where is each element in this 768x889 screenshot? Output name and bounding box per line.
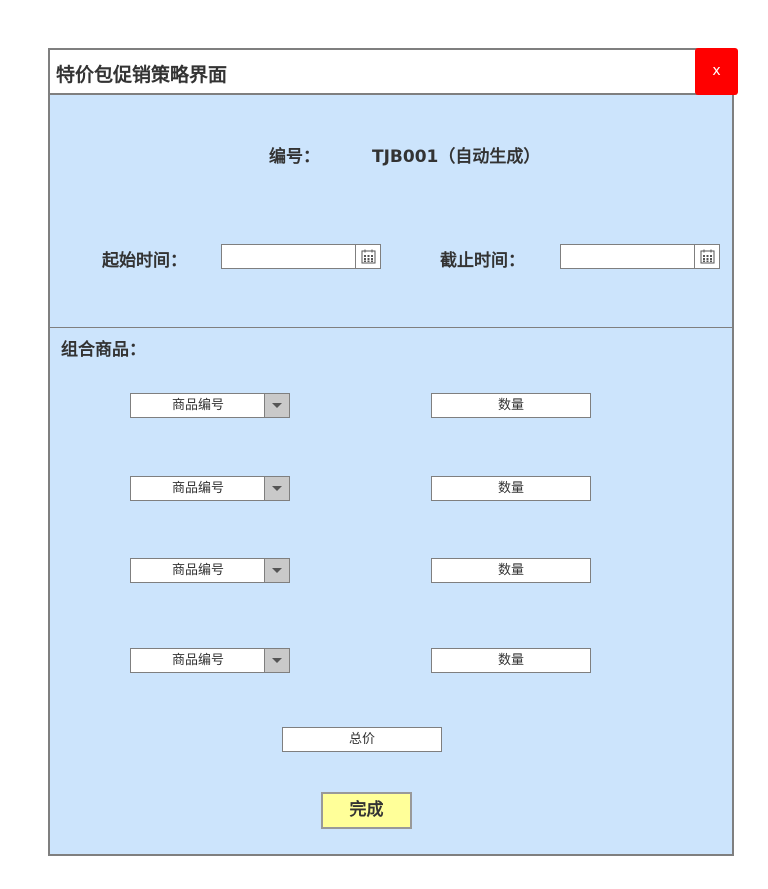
product-select[interactable]: 商品编号 [130,476,290,501]
chevron-down-icon[interactable] [264,477,289,500]
id-label: 编号： [269,147,320,167]
end-time-field[interactable] [560,244,720,269]
end-time-label: 截止时间： [440,251,525,271]
close-button[interactable]: x [695,48,738,95]
quantity-input[interactable]: 数量 [431,393,591,418]
chevron-down-icon[interactable] [264,394,289,417]
quantity-input[interactable]: 数量 [431,476,591,501]
calendar-icon[interactable] [355,245,380,268]
window-title: 特价包促销策略界面 [56,64,228,86]
quantity-input[interactable]: 数量 [431,648,591,673]
start-time-label: 起始时间： [102,251,187,271]
id-value: TJB001（自动生成） [372,147,541,167]
promotion-dialog: 特价包促销策略界面 x 编号： TJB001（自动生成） 起始时间： 截止时间： [48,48,738,856]
start-time-field[interactable] [221,244,381,269]
product-select[interactable]: 商品编号 [130,393,290,418]
product-select-value: 商品编号 [171,481,224,496]
product-select-value: 商品编号 [171,563,224,578]
calendar-icon[interactable] [694,245,719,268]
product-select-value: 商品编号 [171,653,224,668]
title-bar: 特价包促销策略界面 [50,50,732,95]
chevron-down-icon[interactable] [264,649,289,672]
done-button[interactable]: 完成 [321,792,412,829]
chevron-down-icon[interactable] [264,559,289,582]
section-divider [50,327,732,328]
product-select[interactable]: 商品编号 [130,648,290,673]
quantity-input[interactable]: 数量 [431,558,591,583]
total-price-input[interactable]: 总价 [282,727,442,752]
combo-products-label: 组合商品： [61,340,146,360]
product-select[interactable]: 商品编号 [130,558,290,583]
product-select-value: 商品编号 [171,398,224,413]
